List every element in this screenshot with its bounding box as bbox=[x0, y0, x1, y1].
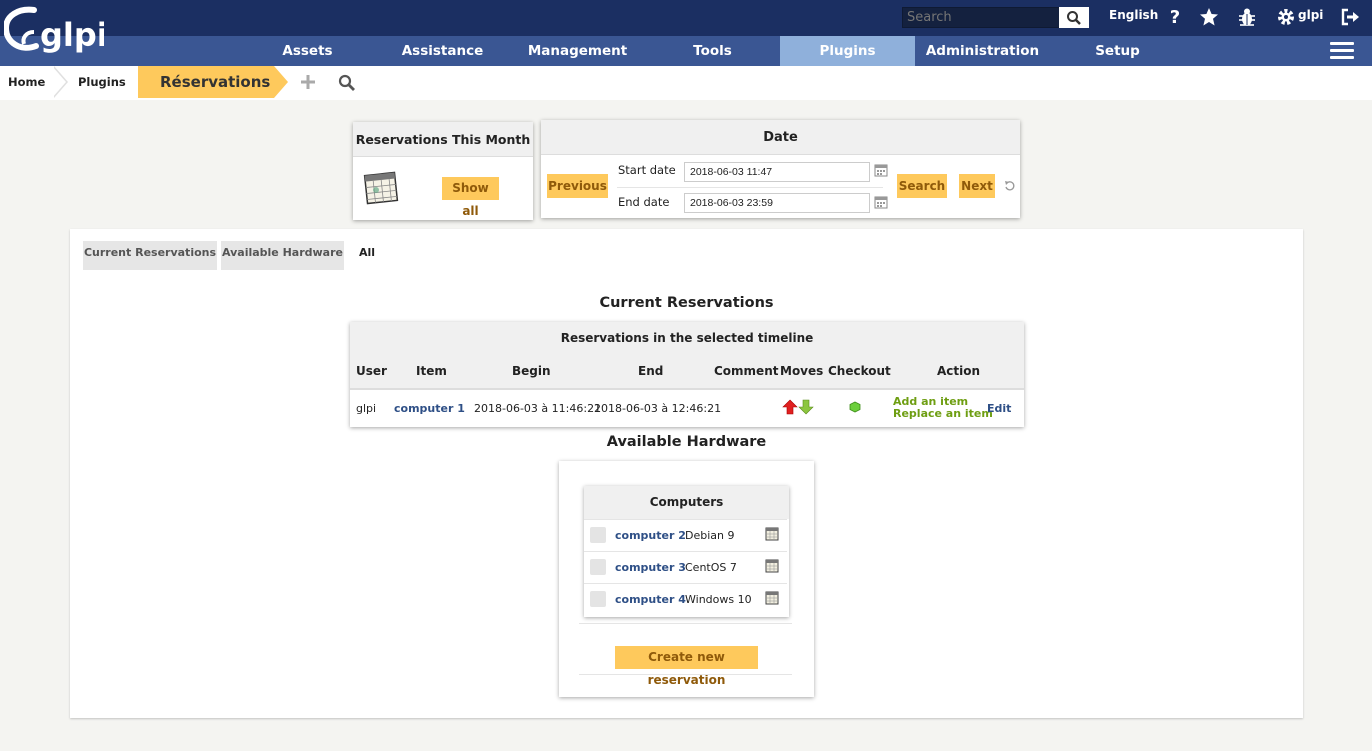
search-icon[interactable] bbox=[338, 74, 356, 95]
glpi-logo[interactable]: glpi bbox=[2, 2, 108, 62]
column-header: End bbox=[638, 364, 664, 378]
help-icon[interactable]: ? bbox=[1164, 6, 1186, 28]
move-up-icon[interactable] bbox=[782, 399, 798, 418]
previous-button[interactable]: Previous bbox=[547, 174, 608, 198]
tab-current-reservations[interactable]: Current Reservations bbox=[83, 241, 217, 270]
start-date-field[interactable] bbox=[684, 162, 870, 182]
computers-group-title: Computers bbox=[584, 486, 789, 519]
reservations-table-title: Reservations in the selected timeline bbox=[350, 322, 1024, 355]
move-down-icon[interactable] bbox=[798, 399, 814, 418]
breadcrumb-current[interactable]: Réservations bbox=[138, 66, 274, 98]
breadcrumb-plugins[interactable]: Plugins bbox=[70, 66, 138, 98]
start-date-label: Start date bbox=[618, 163, 676, 177]
available-hardware-title: Available Hardware bbox=[606, 434, 767, 450]
column-header: Begin bbox=[512, 364, 551, 378]
reservations-table: Reservations in the selected timeline Us… bbox=[350, 322, 1024, 427]
edit-link[interactable]: Edit bbox=[987, 402, 1011, 415]
gear-icon[interactable] bbox=[1275, 6, 1297, 28]
create-reservation-button[interactable]: Create new reservation bbox=[615, 646, 758, 687]
tab-all[interactable]: All bbox=[352, 241, 382, 270]
reservation-begin: 2018-06-03 à 11:46:21 bbox=[474, 402, 602, 415]
calendar-icon bbox=[362, 170, 400, 209]
column-header: Item bbox=[416, 364, 447, 378]
list-item: computer 2 Debian 9 bbox=[584, 519, 787, 551]
main-menu: Assets Assistance Management Tools Plugi… bbox=[0, 36, 1372, 66]
start-date-calendar-icon[interactable] bbox=[874, 163, 888, 177]
hardware-link[interactable]: computer 2 bbox=[615, 529, 686, 542]
reset-icon[interactable] bbox=[1004, 180, 1016, 195]
hardware-os: CentOS 7 bbox=[685, 561, 737, 574]
menu-assistance[interactable]: Assistance bbox=[375, 36, 510, 66]
column-header: Action bbox=[937, 364, 981, 378]
column-header: Checkout bbox=[828, 364, 891, 378]
list-item: computer 4 Windows 10 bbox=[584, 583, 787, 615]
bug-icon[interactable] bbox=[1236, 6, 1258, 28]
month-panel-title: Reservations This Month bbox=[353, 122, 533, 157]
calendar-icon[interactable] bbox=[765, 559, 779, 573]
replace-item-link[interactable]: Replace an item bbox=[893, 407, 993, 420]
breadcrumb: Home Plugins Réservations bbox=[0, 66, 1372, 100]
magnifier-icon bbox=[1067, 10, 1081, 25]
calendar-icon[interactable] bbox=[765, 527, 779, 541]
checkout-icon[interactable] bbox=[849, 401, 861, 416]
column-header: Comment bbox=[714, 364, 779, 378]
select-checkbox[interactable] bbox=[590, 559, 606, 575]
user-menu[interactable]: glpi bbox=[1298, 8, 1323, 22]
current-reservations-title: Current Reservations bbox=[599, 295, 774, 311]
hardware-os: Debian 9 bbox=[685, 529, 735, 542]
breadcrumb-home[interactable]: Home bbox=[0, 66, 54, 98]
end-date-calendar-icon[interactable] bbox=[874, 195, 888, 209]
hardware-link[interactable]: computer 4 bbox=[615, 593, 686, 606]
tab-available-hardware[interactable]: Available Hardware bbox=[221, 241, 344, 270]
computers-group: Computers computer 2 Debian 9 computer 3… bbox=[584, 486, 789, 617]
reservation-end: 2018-06-03 à 12:46:21 bbox=[594, 402, 722, 415]
add-icon[interactable] bbox=[300, 74, 316, 93]
language-selector[interactable]: English bbox=[1109, 8, 1158, 22]
reservation-user: glpi bbox=[356, 402, 377, 415]
date-panel: Date Previous Start date End date Search… bbox=[541, 120, 1020, 218]
list-item: computer 3 CentOS 7 bbox=[584, 551, 787, 583]
show-all-button[interactable]: Show all bbox=[442, 177, 499, 218]
reservations-tabs-panel: Current Reservations Available Hardware … bbox=[70, 229, 1303, 718]
menu-setup[interactable]: Setup bbox=[1050, 36, 1185, 66]
column-header: Moves bbox=[780, 364, 824, 378]
search-input[interactable] bbox=[902, 7, 1060, 28]
calendar-icon[interactable] bbox=[765, 591, 779, 605]
menu-administration[interactable]: Administration bbox=[915, 36, 1050, 66]
menu-plugins[interactable]: Plugins bbox=[780, 36, 915, 66]
select-checkbox[interactable] bbox=[590, 527, 606, 543]
hardware-os: Windows 10 bbox=[685, 593, 752, 606]
end-date-field[interactable] bbox=[684, 193, 870, 213]
menu-assets[interactable]: Assets bbox=[240, 36, 375, 66]
menu-management[interactable]: Management bbox=[510, 36, 645, 66]
available-hardware-panel: Computers computer 2 Debian 9 computer 3… bbox=[559, 461, 814, 697]
hamburger-menu-icon[interactable] bbox=[1330, 42, 1354, 62]
select-checkbox[interactable] bbox=[590, 591, 606, 607]
reservation-item-link[interactable]: computer 1 bbox=[394, 402, 465, 415]
top-header: English ? glpi bbox=[0, 0, 1372, 36]
search-button[interactable]: Search bbox=[897, 174, 947, 198]
menu-tools[interactable]: Tools bbox=[645, 36, 780, 66]
date-panel-title: Date bbox=[541, 120, 1020, 155]
hardware-link[interactable]: computer 3 bbox=[615, 561, 686, 574]
next-button[interactable]: Next bbox=[959, 174, 995, 198]
month-panel: Reservations This Month Show all bbox=[353, 122, 533, 220]
logo-text: glpi bbox=[40, 16, 104, 54]
column-header: User bbox=[356, 364, 387, 378]
end-date-label: End date bbox=[618, 195, 670, 209]
logout-icon[interactable] bbox=[1339, 6, 1361, 28]
star-icon[interactable] bbox=[1198, 6, 1220, 28]
search-button[interactable] bbox=[1059, 7, 1089, 28]
